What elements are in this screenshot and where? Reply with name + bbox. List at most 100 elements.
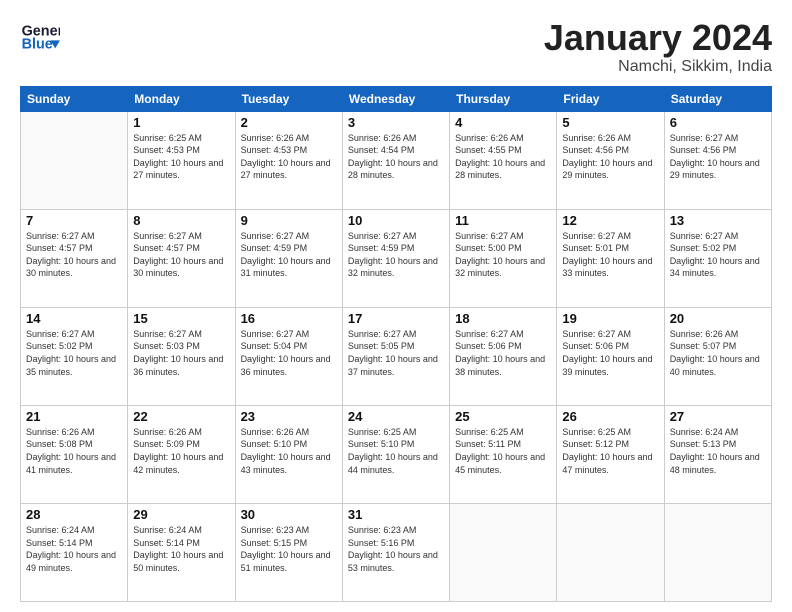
title-section: January 2024 Namchi, Sikkim, India [544,18,772,76]
header-monday: Monday [128,86,235,111]
day-info: Sunrise: 6:27 AM Sunset: 4:56 PM Dayligh… [670,132,766,182]
table-row: 11Sunrise: 6:27 AM Sunset: 5:00 PM Dayli… [450,209,557,307]
day-number: 17 [348,311,444,326]
calendar-week-3: 21 Sunrise: 6:26 AM Sunset: 5:08 PM Dayli… [21,405,772,503]
day-number: 12 [562,213,658,228]
day-info: Sunrise: 6:25 AM Sunset: 5:11 PM Dayligh… [455,426,551,476]
table-row [21,111,128,209]
day-info: Sunrise: 6:27 AM Sunset: 5:01 PM Dayligh… [562,230,658,280]
table-row: 9 Sunrise: 6:27 AM Sunset: 4:59 PM Daylig… [235,209,342,307]
day-number: 29 [133,507,229,522]
day-info: Sunrise: 6:27 AM Sunset: 4:59 PM Dayligh… [241,230,337,280]
day-number: 8 [133,213,229,228]
table-row: 30 Sunrise: 6:23 AM Sunset: 5:15 PM Dayli… [235,503,342,601]
table-row: 16 Sunrise: 6:27 AM Sunset: 5:04 PM Dayli… [235,307,342,405]
day-info: Sunrise: 6:27 AM Sunset: 5:06 PM Dayligh… [562,328,658,378]
table-row: 7 Sunrise: 6:27 AM Sunset: 4:57 PM Daylig… [21,209,128,307]
page: General Blue January 2024 Namchi, Sikkim… [0,0,792,612]
day-info: Sunrise: 6:26 AM Sunset: 4:56 PM Dayligh… [562,132,658,182]
table-row: 12 Sunrise: 6:27 AM Sunset: 5:01 PM Dayli… [557,209,664,307]
day-number: 26 [562,409,658,424]
table-row: 18 Sunrise: 6:27 AM Sunset: 5:06 PM Dayli… [450,307,557,405]
day-info: Sunrise: 6:27 AM Sunset: 5:04 PM Dayligh… [241,328,337,378]
day-number: 6 [670,115,766,130]
day-info: Sunrise: 6:26 AM Sunset: 5:08 PM Dayligh… [26,426,122,476]
day-number: 18 [455,311,551,326]
table-row: 26Sunrise: 6:25 AM Sunset: 5:12 PM Dayli… [557,405,664,503]
header-saturday: Saturday [664,86,771,111]
table-row: 22 Sunrise: 6:26 AM Sunset: 5:09 PM Dayli… [128,405,235,503]
day-number: 21 [26,409,122,424]
header-thursday: Thursday [450,86,557,111]
day-number: 5 [562,115,658,130]
day-number: 16 [241,311,337,326]
table-row: 10 Sunrise: 6:27 AM Sunset: 4:59 PM Dayli… [342,209,449,307]
header-wednesday: Wednesday [342,86,449,111]
calendar-table: Sunday Monday Tuesday Wednesday Thursday… [20,86,772,602]
day-info: Sunrise: 6:27 AM Sunset: 5:03 PM Dayligh… [133,328,229,378]
day-info: Sunrise: 6:24 AM Sunset: 5:14 PM Dayligh… [133,524,229,574]
day-number: 25 [455,409,551,424]
day-info: Sunrise: 6:26 AM Sunset: 4:54 PM Dayligh… [348,132,444,182]
day-info: Sunrise: 6:23 AM Sunset: 5:16 PM Dayligh… [348,524,444,574]
day-number: 10 [348,213,444,228]
table-row [557,503,664,601]
day-number: 14 [26,311,122,326]
table-row: 17 Sunrise: 6:27 AM Sunset: 5:05 PM Dayli… [342,307,449,405]
day-number: 15 [133,311,229,326]
table-row: 31Sunrise: 6:23 AM Sunset: 5:16 PM Dayli… [342,503,449,601]
table-row: 8 Sunrise: 6:27 AM Sunset: 4:57 PM Daylig… [128,209,235,307]
day-number: 23 [241,409,337,424]
day-number: 1 [133,115,229,130]
day-info: Sunrise: 6:27 AM Sunset: 5:06 PM Dayligh… [455,328,551,378]
day-number: 4 [455,115,551,130]
day-number: 28 [26,507,122,522]
day-info: Sunrise: 6:24 AM Sunset: 5:14 PM Dayligh… [26,524,122,574]
day-info: Sunrise: 6:27 AM Sunset: 5:02 PM Dayligh… [670,230,766,280]
table-row: 6 Sunrise: 6:27 AM Sunset: 4:56 PM Daylig… [664,111,771,209]
day-info: Sunrise: 6:24 AM Sunset: 5:13 PM Dayligh… [670,426,766,476]
subtitle: Namchi, Sikkim, India [544,58,772,76]
day-info: Sunrise: 6:26 AM Sunset: 5:09 PM Dayligh… [133,426,229,476]
day-info: Sunrise: 6:26 AM Sunset: 4:55 PM Dayligh… [455,132,551,182]
day-number: 9 [241,213,337,228]
day-info: Sunrise: 6:27 AM Sunset: 5:00 PM Dayligh… [455,230,551,280]
table-row: 14 Sunrise: 6:27 AM Sunset: 5:02 PM Dayli… [21,307,128,405]
table-row: 19 Sunrise: 6:27 AM Sunset: 5:06 PM Dayli… [557,307,664,405]
weekday-header-row: Sunday Monday Tuesday Wednesday Thursday… [21,86,772,111]
header-tuesday: Tuesday [235,86,342,111]
day-info: Sunrise: 6:27 AM Sunset: 4:57 PM Dayligh… [133,230,229,280]
day-info: Sunrise: 6:25 AM Sunset: 5:10 PM Dayligh… [348,426,444,476]
calendar-week-0: 1 Sunrise: 6:25 AM Sunset: 4:53 PM Daylig… [21,111,772,209]
day-number: 30 [241,507,337,522]
table-row [450,503,557,601]
table-row: 23Sunrise: 6:26 AM Sunset: 5:10 PM Dayli… [235,405,342,503]
day-info: Sunrise: 6:26 AM Sunset: 5:07 PM Dayligh… [670,328,766,378]
calendar-week-1: 7 Sunrise: 6:27 AM Sunset: 4:57 PM Daylig… [21,209,772,307]
day-info: Sunrise: 6:25 AM Sunset: 4:53 PM Dayligh… [133,132,229,182]
table-row: 27Sunrise: 6:24 AM Sunset: 5:13 PM Dayli… [664,405,771,503]
day-info: Sunrise: 6:27 AM Sunset: 5:02 PM Dayligh… [26,328,122,378]
day-info: Sunrise: 6:23 AM Sunset: 5:15 PM Dayligh… [241,524,337,574]
table-row: 13Sunrise: 6:27 AM Sunset: 5:02 PM Dayli… [664,209,771,307]
header: General Blue January 2024 Namchi, Sikkim… [20,18,772,76]
day-info: Sunrise: 6:27 AM Sunset: 5:05 PM Dayligh… [348,328,444,378]
table-row: 1 Sunrise: 6:25 AM Sunset: 4:53 PM Daylig… [128,111,235,209]
day-number: 2 [241,115,337,130]
table-row: 15 Sunrise: 6:27 AM Sunset: 5:03 PM Dayli… [128,307,235,405]
calendar-week-4: 28 Sunrise: 6:24 AM Sunset: 5:14 PM Dayli… [21,503,772,601]
day-number: 7 [26,213,122,228]
table-row: 20Sunrise: 6:26 AM Sunset: 5:07 PM Dayli… [664,307,771,405]
day-number: 24 [348,409,444,424]
table-row: 3Sunrise: 6:26 AM Sunset: 4:54 PM Daylig… [342,111,449,209]
table-row: 2Sunrise: 6:26 AM Sunset: 4:53 PM Daylig… [235,111,342,209]
day-number: 19 [562,311,658,326]
table-row [664,503,771,601]
logo: General Blue [20,18,64,58]
month-title: January 2024 [544,18,772,58]
header-friday: Friday [557,86,664,111]
day-info: Sunrise: 6:27 AM Sunset: 4:59 PM Dayligh… [348,230,444,280]
day-number: 22 [133,409,229,424]
day-info: Sunrise: 6:27 AM Sunset: 4:57 PM Dayligh… [26,230,122,280]
table-row: 28 Sunrise: 6:24 AM Sunset: 5:14 PM Dayli… [21,503,128,601]
